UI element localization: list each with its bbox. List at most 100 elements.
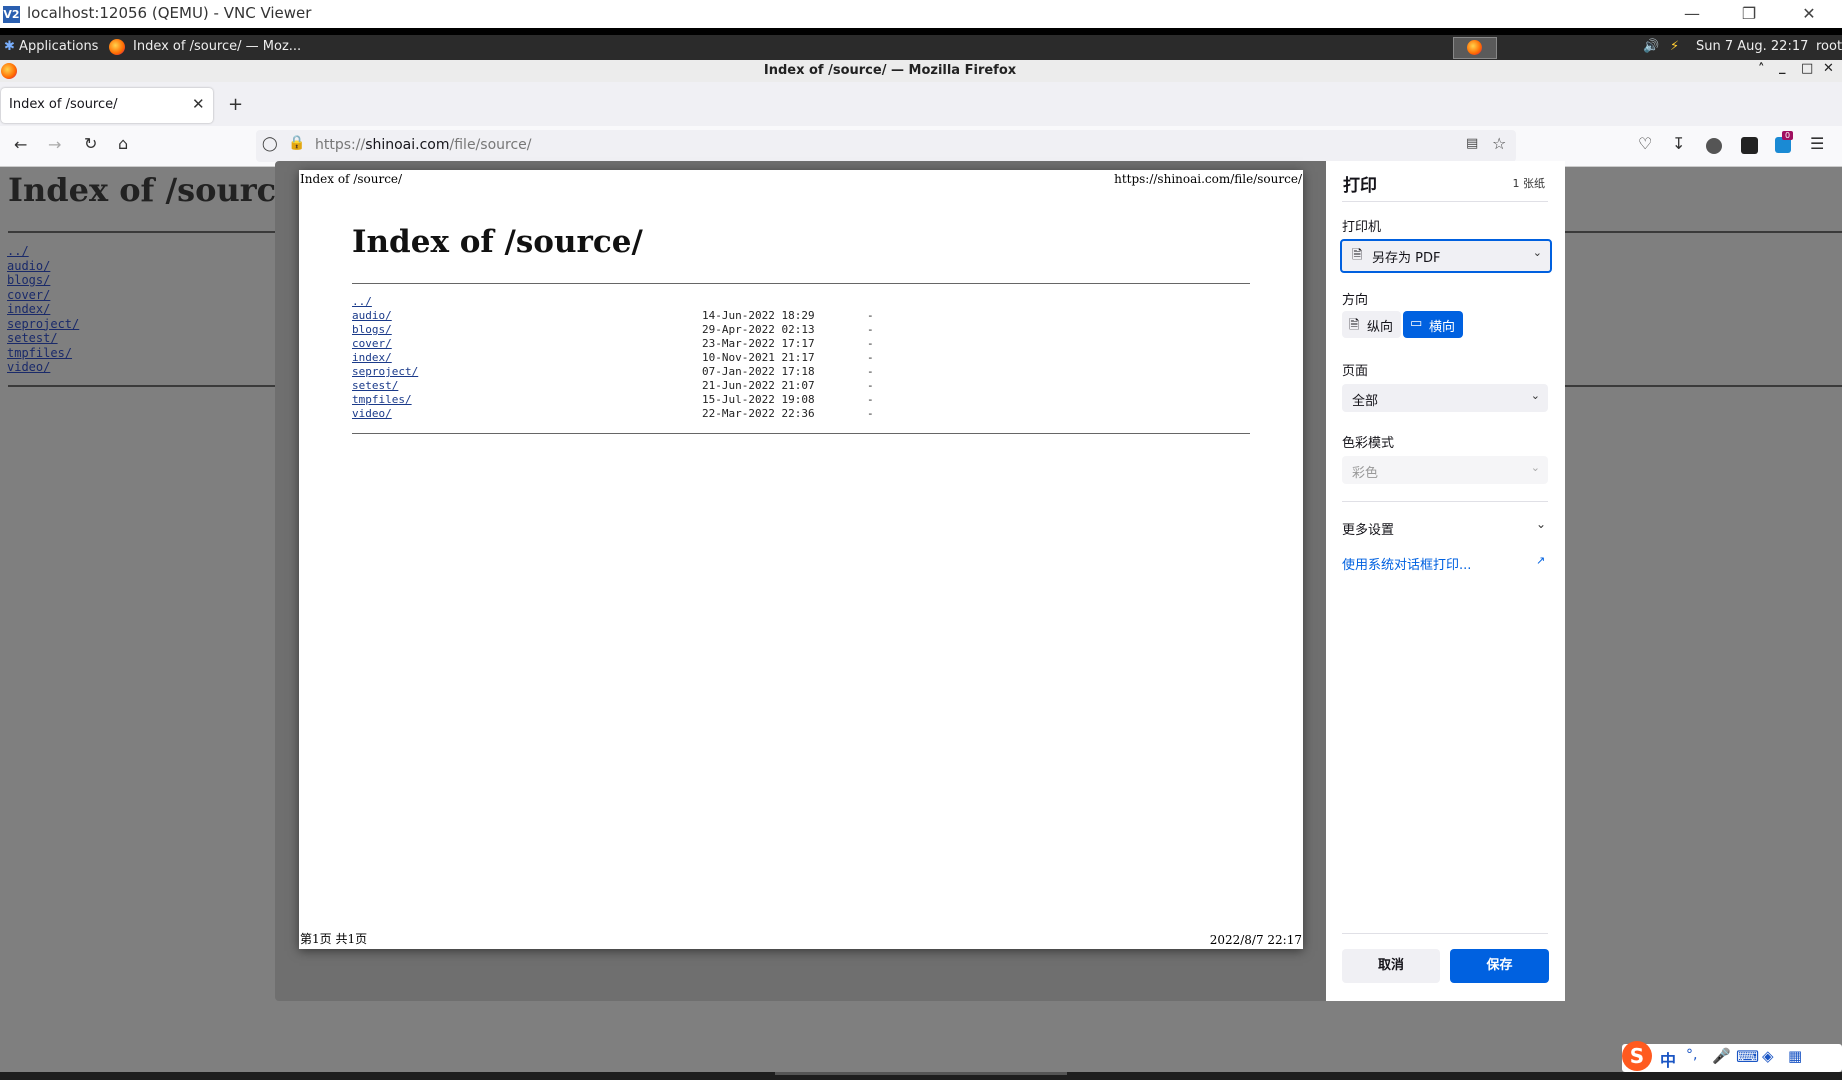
shield-icon[interactable]: ◯ [262, 136, 278, 152]
network-icon[interactable]: ⚡ [1670, 39, 1679, 54]
divider [1342, 933, 1548, 934]
entry-name: index/ [352, 351, 392, 364]
system-dialog-link[interactable]: 使用系统对话框打印... [1342, 554, 1471, 573]
minimize-icon[interactable]: — [1669, 2, 1715, 26]
printer-value: 另存为 PDF [1372, 251, 1441, 266]
color-mode-select[interactable]: 彩色 ⌄ [1342, 456, 1548, 484]
list-item: audio/14-Jun-2022 18:29 - [352, 309, 1250, 323]
vnc-titlebar: V2 localhost:12056 (QEMU) - VNC Viewer —… [0, 0, 1842, 28]
landscape-label: 横向 [1429, 320, 1456, 335]
list-item: ../ [352, 295, 1250, 309]
entry-size: - [867, 309, 874, 322]
ff-chevron-up-icon[interactable]: ˄ [1758, 62, 1765, 77]
ff-maximize-icon[interactable]: □ [1801, 61, 1813, 76]
preview-header-right: https://shinoai.com/file/source/ [1114, 172, 1302, 186]
firefox-task-icon [109, 39, 125, 55]
back-arrow-icon[interactable]: ← [14, 135, 27, 154]
bg-entry-link[interactable]: tmpfiles/ [7, 346, 79, 361]
applications-menu[interactable]: ✱ Applications [4, 39, 98, 54]
pocket-icon[interactable]: ♡ [1638, 134, 1652, 153]
reload-icon[interactable]: ↻ [84, 134, 97, 153]
cancel-button[interactable]: 取消 [1342, 949, 1440, 983]
preview-heading: Index of /source/ [352, 224, 643, 260]
forward-arrow-icon[interactable]: → [48, 135, 61, 154]
url-text[interactable]: https://shinoai.com/file/source/ [315, 137, 531, 153]
ime-mode[interactable]: 中 [1660, 1047, 1676, 1071]
extension-badge: 0 [1782, 131, 1794, 140]
bookmark-star-icon[interactable]: ☆ [1492, 134, 1506, 153]
panel-user[interactable]: root [1816, 39, 1842, 54]
firefox-window-title: Index of /source/ — Mozilla Firefox [763, 63, 1017, 78]
extension-dark-icon[interactable] [1741, 137, 1758, 154]
entry-name: blogs/ [352, 323, 392, 336]
scroll-indicator [775, 1072, 1067, 1075]
color-mode-value: 彩色 [1352, 466, 1379, 481]
list-item: tmpfiles/15-Jul-2022 19:08 - [352, 393, 1250, 407]
vnc-window-title: localhost:12056 (QEMU) - VNC Viewer [27, 4, 312, 22]
entry-name: seproject/ [352, 365, 419, 378]
landscape-button[interactable]: ▭ 横向 [1403, 311, 1463, 338]
skin-shirt-icon[interactable]: ◈ [1762, 1047, 1774, 1065]
entry-size: - [867, 351, 874, 364]
bg-entry-link[interactable]: video/ [7, 360, 79, 375]
bg-entry-link[interactable]: blogs/ [7, 273, 79, 288]
restore-icon[interactable]: ❐ [1726, 2, 1772, 26]
tab-title: Index of /source/ [9, 97, 118, 112]
microphone-icon[interactable]: 🎤 [1712, 1047, 1731, 1065]
bg-entry-link[interactable]: audio/ [7, 259, 79, 274]
applications-label: Applications [19, 39, 99, 54]
entry-size: - [867, 407, 874, 420]
hamburger-menu-icon[interactable]: ☰ [1810, 134, 1824, 153]
close-icon[interactable]: ✕ [1786, 2, 1832, 26]
entry-size: - [867, 393, 874, 406]
pages-value: 全部 [1352, 394, 1379, 409]
bg-entry-link[interactable]: ../ [7, 244, 79, 259]
toolbox-grid-icon[interactable]: ▦ [1788, 1047, 1802, 1065]
keyboard-icon[interactable]: ⌨ [1736, 1047, 1759, 1066]
panel-clock[interactable]: Sun 7 Aug. 22:17 [1696, 39, 1808, 54]
entry-name: video/ [352, 407, 392, 420]
taskbar-firefox-item[interactable]: Index of /source/ — Moz... [133, 39, 301, 54]
firefox-titlebar: Index of /source/ — Mozilla Firefox ˄ _ … [0, 60, 1842, 82]
volume-icon[interactable]: 🔊 [1643, 39, 1659, 54]
bg-entry-link[interactable]: cover/ [7, 288, 79, 303]
printer-select[interactable]: 🗎 另存为 PDF ⌄ [1340, 239, 1552, 273]
external-link-icon[interactable]: ↗ [1536, 554, 1545, 567]
tab-bar: Index of /source/ ✕ + [0, 82, 1842, 126]
preview-entry-list: ../ audio/14-Jun-2022 18:29 - blogs/29-Ap… [352, 295, 1250, 421]
downloads-icon[interactable]: ↧ [1672, 134, 1685, 153]
ff-minimize-icon[interactable]: _ [1779, 60, 1786, 75]
new-tab-plus-icon[interactable]: + [228, 94, 243, 115]
reader-view-icon[interactable]: ▤ [1466, 136, 1478, 151]
preview-divider-top [352, 283, 1250, 284]
list-item: blogs/29-Apr-2022 02:13 - [352, 323, 1250, 337]
portrait-button[interactable]: 🗎 纵向 [1342, 311, 1401, 338]
workspace-firefox-icon[interactable] [1453, 37, 1497, 59]
list-item: cover/23-Mar-2022 17:17 - [352, 337, 1250, 351]
bg-entry-link[interactable]: index/ [7, 302, 79, 317]
entry-date: 15-Jul-2022 19:08 [702, 393, 815, 406]
applications-icon: ✱ [4, 39, 15, 54]
sogou-logo-icon[interactable]: S [1622, 1041, 1652, 1071]
extension-icon[interactable] [1706, 138, 1722, 154]
bg-entry-link[interactable]: setest/ [7, 331, 79, 346]
tab-close-icon[interactable]: ✕ [192, 95, 205, 113]
bg-entry-link[interactable]: seproject/ [7, 317, 79, 332]
url-bar[interactable]: ◯ 🔒 https://shinoai.com/file/source/ ▤ ☆ [256, 130, 1516, 162]
tab-index-source[interactable]: Index of /source/ ✕ [1, 88, 213, 123]
entry-name: cover/ [352, 337, 392, 350]
chevron-down-icon[interactable]: ⌄ [1536, 517, 1546, 531]
list-item: video/22-Mar-2022 22:36 - [352, 407, 1250, 421]
home-icon[interactable]: ⌂ [118, 134, 128, 153]
portrait-page-icon: 🗎 [1349, 318, 1360, 333]
save-button[interactable]: 保存 [1450, 949, 1549, 983]
entry-date: 10-Nov-2021 21:17 [702, 351, 815, 364]
ff-close-icon[interactable]: ✕ [1823, 61, 1834, 76]
system-panel: ✱ Applications Index of /source/ — Moz..… [0, 35, 1842, 60]
lock-icon[interactable]: 🔒 [288, 135, 305, 151]
punctuation-icon[interactable]: °, [1686, 1047, 1697, 1063]
pages-select[interactable]: 全部 ⌄ [1342, 384, 1548, 412]
extension-blue-icon[interactable]: 0 [1775, 131, 1794, 153]
chevron-down-icon: ⌄ [1530, 461, 1540, 474]
more-settings-toggle[interactable]: 更多设置 [1342, 519, 1394, 538]
